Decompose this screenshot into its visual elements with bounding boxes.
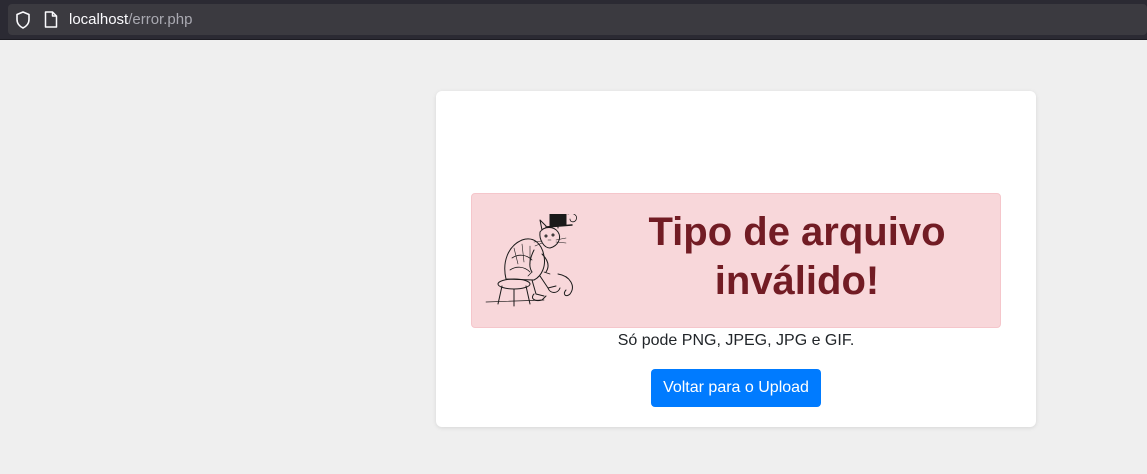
url-path: /error.php	[128, 11, 193, 28]
page-content: Tipo de arquivo inválido! Só pode PNG, J…	[0, 41, 1147, 474]
back-to-upload-button[interactable]: Voltar para o Upload	[651, 369, 821, 407]
browser-toolbar: localhost/error.php	[0, 0, 1147, 40]
alert-title: Tipo de arquivo inválido!	[648, 210, 946, 303]
error-alert: Tipo de arquivo inválido!	[471, 193, 1001, 328]
url-host: localhost	[69, 11, 129, 28]
shield-icon[interactable]	[15, 11, 31, 29]
cat-illustration	[485, 214, 577, 307]
error-card: Tipo de arquivo inválido! Só pode PNG, J…	[436, 91, 1036, 427]
page-icon	[44, 11, 58, 28]
url-text[interactable]: localhost/error.php	[69, 11, 192, 29]
allowed-types-message: Só pode PNG, JPEG, JPG e GIF.	[617, 332, 855, 349]
